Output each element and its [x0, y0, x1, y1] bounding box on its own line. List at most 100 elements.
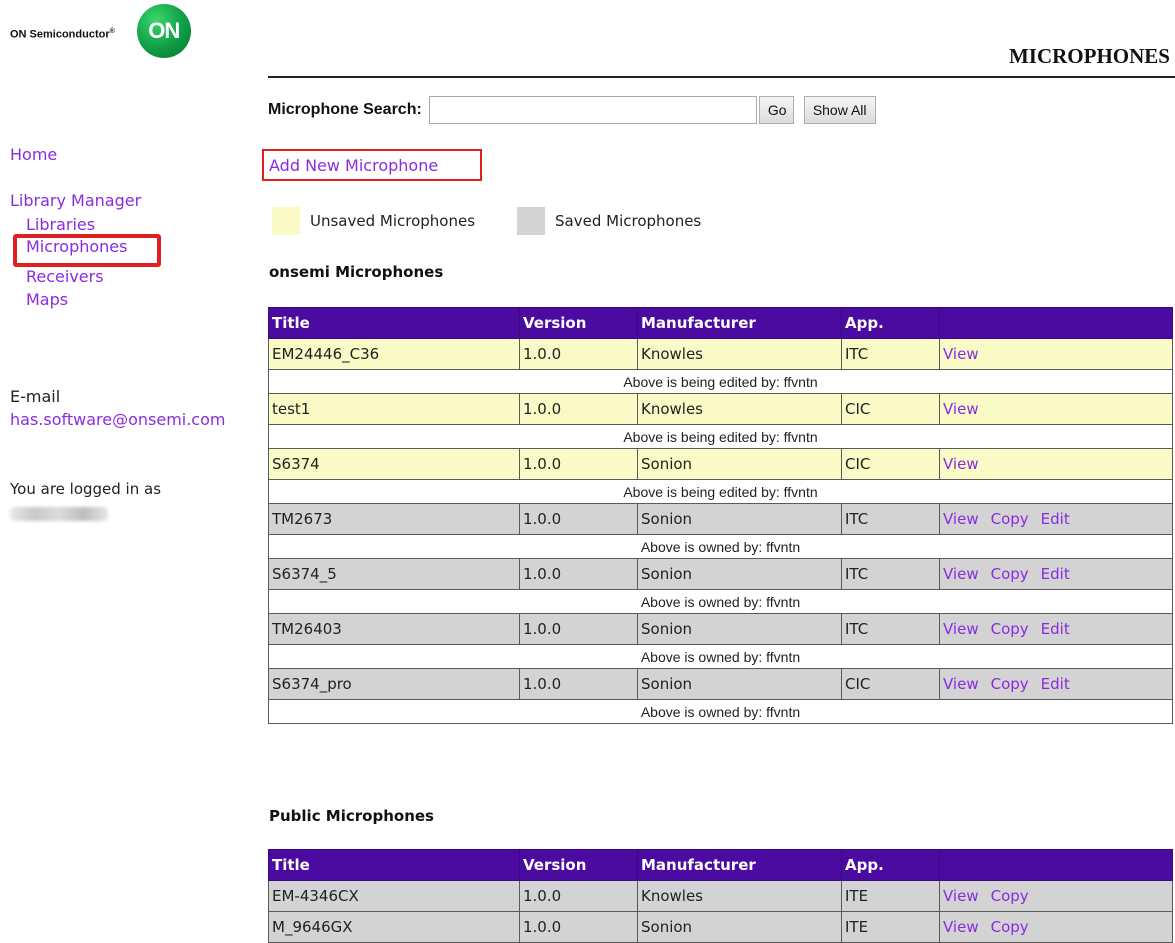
- column-header-app: App.: [841, 307, 940, 339]
- email-link[interactable]: has.software@onsemi.com: [10, 410, 225, 429]
- cell-version: 1.0.0: [519, 613, 638, 645]
- row-note: Above is owned by: ffvntn: [268, 534, 1173, 559]
- cell-app: CIC: [841, 448, 940, 480]
- edit-link[interactable]: Edit: [1041, 620, 1070, 638]
- public-microphones-heading: Public Microphones: [269, 807, 434, 825]
- cell-version: 1.0.0: [519, 558, 638, 590]
- cell-title: S6374: [268, 448, 520, 480]
- row-note-text: Above is being edited by: ffvntn: [268, 424, 1173, 449]
- view-link[interactable]: View: [943, 918, 979, 936]
- row-note-text: Above is being edited by: ffvntn: [268, 479, 1173, 504]
- cell-actions: View Copy: [939, 880, 1173, 912]
- logged-in-text: You are logged in as: [10, 480, 162, 498]
- table-row: test1 1.0.0 Knowles CIC View: [268, 393, 1173, 425]
- sidebar-item-libraries[interactable]: Libraries: [26, 215, 95, 234]
- copy-link[interactable]: Copy: [991, 510, 1029, 528]
- row-note-text: Above is owned by: ffvntn: [268, 644, 1173, 669]
- cell-app: ITE: [841, 880, 940, 912]
- edit-link[interactable]: Edit: [1041, 510, 1070, 528]
- view-link[interactable]: View: [943, 620, 979, 638]
- go-button[interactable]: Go: [758, 96, 794, 124]
- legend: Unsaved Microphones Saved Microphones: [272, 207, 701, 235]
- cell-manufacturer: Sonion: [637, 911, 842, 943]
- search-input[interactable]: [428, 96, 757, 124]
- column-header-manufacturer: Manufacturer: [637, 849, 842, 881]
- cell-title: S6374_pro: [268, 668, 520, 700]
- row-note: Above is being edited by: ffvntn: [268, 369, 1173, 394]
- table-row: EM-4346CX 1.0.0 Knowles ITE View Copy: [268, 880, 1173, 912]
- sidebar-item-maps[interactable]: Maps: [26, 290, 68, 309]
- cell-title: TM26403: [268, 613, 520, 645]
- column-header-title: Title: [268, 849, 520, 881]
- sidebar-item-library-manager[interactable]: Library Manager: [10, 191, 141, 210]
- add-new-microphone-link[interactable]: Add New Microphone: [262, 149, 482, 181]
- cell-manufacturer: Knowles: [637, 338, 842, 370]
- copy-link[interactable]: Copy: [991, 887, 1029, 905]
- cell-version: 1.0.0: [519, 503, 638, 535]
- view-link[interactable]: View: [943, 345, 979, 363]
- saved-swatch: [517, 207, 546, 235]
- cell-manufacturer: Sonion: [637, 503, 842, 535]
- table-row: TM2673 1.0.0 Sonion ITC View Copy Edit: [268, 503, 1173, 535]
- cell-version: 1.0.0: [519, 338, 638, 370]
- view-link[interactable]: View: [943, 400, 979, 418]
- view-link[interactable]: View: [943, 510, 979, 528]
- cell-actions: View Copy Edit: [939, 558, 1173, 590]
- row-note: Above is owned by: ffvntn: [268, 699, 1173, 724]
- view-link[interactable]: View: [943, 455, 979, 473]
- cell-version: 1.0.0: [519, 880, 638, 912]
- row-note: Above is being edited by: ffvntn: [268, 479, 1173, 504]
- edit-link[interactable]: Edit: [1041, 675, 1070, 693]
- column-header-actions: [939, 849, 1173, 881]
- cell-manufacturer: Sonion: [637, 558, 842, 590]
- column-header-version: Version: [519, 849, 638, 881]
- cell-app: CIC: [841, 668, 940, 700]
- cell-version: 1.0.0: [519, 393, 638, 425]
- copy-link[interactable]: Copy: [991, 620, 1029, 638]
- email-label: E-mail: [10, 387, 61, 406]
- onsemi-microphones-table: Title Version Manufacturer App. EM24446_…: [268, 307, 1173, 724]
- unsaved-swatch: [272, 207, 300, 235]
- row-note-text: Above is being edited by: ffvntn: [268, 369, 1173, 394]
- copy-link[interactable]: Copy: [991, 918, 1029, 936]
- cell-title: EM24446_C36: [268, 338, 520, 370]
- copy-link[interactable]: Copy: [991, 675, 1029, 693]
- column-header-manufacturer: Manufacturer: [637, 307, 842, 339]
- row-note-text: Above is owned by: ffvntn: [268, 534, 1173, 559]
- on-logo-icon[interactable]: ON: [136, 4, 191, 58]
- view-link[interactable]: View: [943, 675, 979, 693]
- sidebar-item-microphones[interactable]: Microphones: [26, 237, 127, 256]
- sidebar-item-home[interactable]: Home: [10, 145, 57, 164]
- cell-version: 1.0.0: [519, 448, 638, 480]
- cell-version: 1.0.0: [519, 911, 638, 943]
- company-name: ON Semiconductor®: [10, 27, 115, 41]
- copy-link[interactable]: Copy: [991, 565, 1029, 583]
- cell-actions: View Copy Edit: [939, 613, 1173, 645]
- column-header-title: Title: [268, 307, 520, 339]
- cell-manufacturer: Sonion: [637, 668, 842, 700]
- cell-app: ITE: [841, 911, 940, 943]
- show-all-button[interactable]: Show All: [803, 96, 876, 124]
- cell-actions: View: [939, 448, 1173, 480]
- table-row: EM24446_C36 1.0.0 Knowles ITC View: [268, 338, 1173, 370]
- view-link[interactable]: View: [943, 887, 979, 905]
- cell-title: S6374_5: [268, 558, 520, 590]
- sidebar-item-receivers[interactable]: Receivers: [26, 267, 104, 286]
- column-header-version: Version: [519, 307, 638, 339]
- public-microphones-table: Title Version Manufacturer App. EM-4346C…: [268, 849, 1173, 943]
- view-link[interactable]: View: [943, 565, 979, 583]
- cell-actions: View Copy: [939, 911, 1173, 943]
- cell-actions: View Copy Edit: [939, 503, 1173, 535]
- table-row: S6374_5 1.0.0 Sonion ITC View Copy Edit: [268, 558, 1173, 590]
- cell-app: ITC: [841, 338, 940, 370]
- cell-actions: View: [939, 338, 1173, 370]
- table-row: M_9646GX 1.0.0 Sonion ITE View Copy: [268, 911, 1173, 943]
- cell-manufacturer: Knowles: [637, 393, 842, 425]
- cell-app: CIC: [841, 393, 940, 425]
- onsemi-microphones-heading: onsemi Microphones: [269, 263, 444, 281]
- title-divider: [268, 76, 1175, 78]
- legend-saved-label: Saved Microphones: [555, 212, 702, 230]
- cell-actions: View Copy Edit: [939, 668, 1173, 700]
- cell-manufacturer: Sonion: [637, 448, 842, 480]
- edit-link[interactable]: Edit: [1041, 565, 1070, 583]
